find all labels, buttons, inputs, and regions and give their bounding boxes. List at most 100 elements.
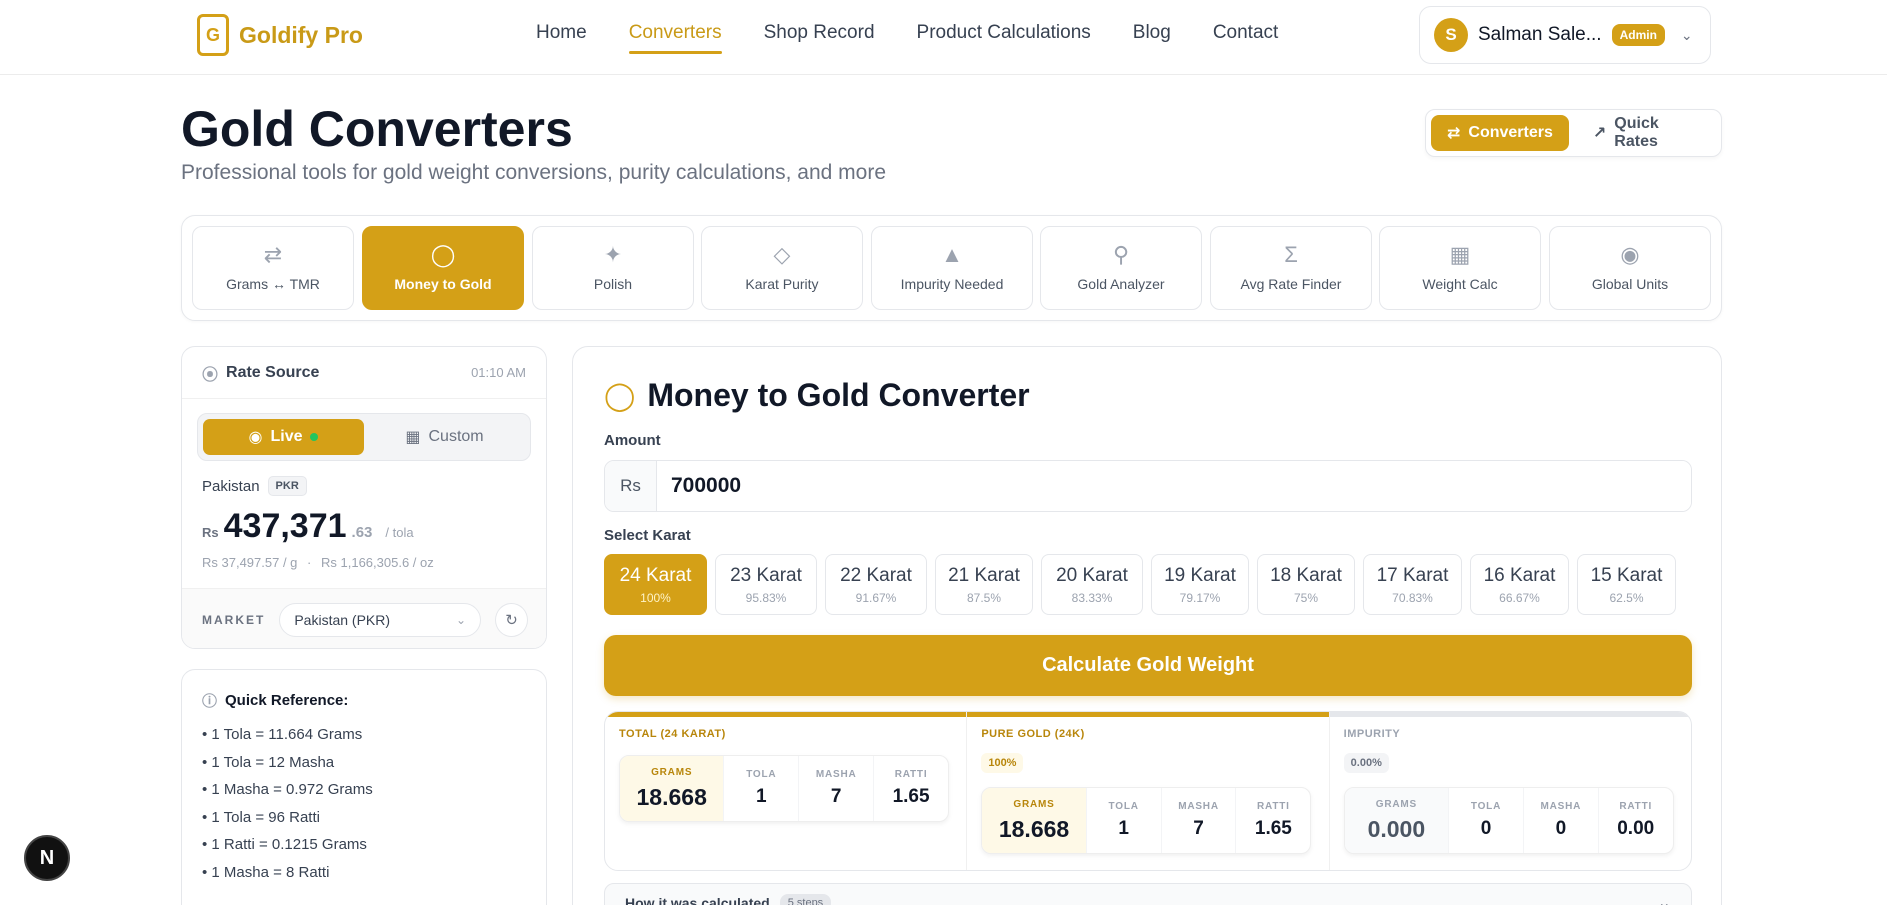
tab-global-units[interactable]: ◉ Global Units xyxy=(1549,226,1711,310)
tab-avg-rate-finder[interactable]: Σ Avg Rate Finder xyxy=(1210,226,1372,310)
quick-reference-list: 1 Tola = 11.664 Grams 1 Tola = 12 Masha … xyxy=(202,721,526,886)
karat-option-24[interactable]: 24 Karat 100% xyxy=(604,554,707,615)
calculator-icon: ▦ xyxy=(1449,242,1471,267)
tab-label: Gold Analyzer xyxy=(1077,276,1165,292)
mode-switch: ⇄ Converters ↗ Quick Rates xyxy=(1425,109,1722,157)
tab-gold-analyzer[interactable]: ⚲ Gold Analyzer xyxy=(1040,226,1202,310)
tola-cell: TOLA 0 xyxy=(1449,788,1524,853)
live-label: Live xyxy=(270,428,303,445)
karat-option-purity: 75% xyxy=(1293,590,1319,605)
how-calculated-toggle[interactable]: How it was calculated 5 steps ⌄ xyxy=(604,883,1692,905)
karat-option-16[interactable]: 16 Karat 66.67% xyxy=(1470,554,1569,615)
calculate-button[interactable]: Calculate Gold Weight xyxy=(604,635,1692,696)
result-accent-bar xyxy=(605,712,967,717)
search-icon: ⚲ xyxy=(1112,242,1130,267)
karat-option-purity: 95.83% xyxy=(745,590,787,605)
nav-blog[interactable]: Blog xyxy=(1133,22,1171,54)
brand-logo[interactable]: G Goldify Pro xyxy=(197,14,363,56)
ratti-cell: RATTI 0.00 xyxy=(1599,788,1673,853)
karat-option-23[interactable]: 23 Karat 95.83% xyxy=(715,554,817,615)
karat-option-21[interactable]: 21 Karat 87.5% xyxy=(935,554,1033,615)
result-accent-bar xyxy=(967,712,1329,717)
karat-option-purity: 66.67% xyxy=(1499,590,1540,605)
tab-polish[interactable]: ✦ Polish xyxy=(532,226,694,310)
ratti-value: 1.65 xyxy=(1254,818,1292,839)
globe-icon: ◉ xyxy=(1620,242,1640,267)
quick-reference-title: ⓘ Quick Reference: xyxy=(202,690,526,711)
nav-home[interactable]: Home xyxy=(536,22,587,54)
rate-time: 01:10 AM xyxy=(471,365,526,380)
grams-value: 18.668 xyxy=(636,783,707,810)
price-per-oz: Rs 1,166,305.6 / oz xyxy=(321,555,434,570)
nav-contact[interactable]: Contact xyxy=(1213,22,1278,54)
result-values: GRAMS 0.000 TOLA 0 MASHA 0 RATTI 0.00 xyxy=(1343,787,1674,854)
page-subtitle: Professional tools for gold weight conve… xyxy=(181,161,887,184)
nav-shop-record[interactable]: Shop Record xyxy=(764,22,875,54)
result-title: TOTAL (24 KARAT) xyxy=(619,728,726,740)
karat-option-20[interactable]: 20 Karat 83.33% xyxy=(1041,554,1143,615)
role-badge: Admin xyxy=(1611,24,1665,46)
result-title: PURE GOLD (24K) xyxy=(981,728,1085,740)
amount-field: Rs xyxy=(604,460,1692,512)
tab-label: Weight Calc xyxy=(1422,276,1498,292)
karat-option-19[interactable]: 19 Karat 79.17% xyxy=(1151,554,1249,615)
coins-icon: ◯ xyxy=(430,242,456,267)
floating-dev-badge[interactable]: N xyxy=(24,835,70,881)
tab-grams-tmr[interactable]: ⇄ Grams ↔ TMR xyxy=(192,226,354,310)
masha-cell: MASHA 7 xyxy=(1162,788,1237,853)
tab-money-to-gold[interactable]: ◯ Money to Gold xyxy=(362,226,524,310)
amount-input[interactable] xyxy=(657,461,1691,511)
top-header: G Goldify Pro Home Converters Shop Recor… xyxy=(0,0,1887,75)
converters-mode-button[interactable]: ⇄ Converters xyxy=(1431,115,1569,151)
custom-rate-button[interactable]: ▦ Custom xyxy=(364,419,525,455)
price-currency: Rs xyxy=(202,525,219,540)
unit-header: GRAMS xyxy=(1375,798,1417,810)
tab-karat-purity[interactable]: ◇ Karat Purity xyxy=(701,226,863,310)
calculator-icon: ▦ xyxy=(405,429,421,446)
masha-value: 0 xyxy=(1555,818,1567,839)
nav-product-calculations[interactable]: Product Calculations xyxy=(917,22,1091,54)
tab-label: Polish xyxy=(593,276,633,292)
rate-source-header: ⦿ Rate Source 01:10 AM xyxy=(182,347,546,399)
live-status-dot xyxy=(310,433,319,441)
masha-cell: MASHA 7 xyxy=(799,756,875,821)
result-title: IMPURITY xyxy=(1343,728,1401,740)
avatar: S xyxy=(1434,18,1468,52)
karat-option-18[interactable]: 18 Karat 75% xyxy=(1257,554,1355,615)
karat-option-purity: 62.5% xyxy=(1609,590,1644,605)
amount-label: Amount xyxy=(604,432,661,449)
rate-source-toggle: ◉ Live ▦ Custom xyxy=(197,413,531,461)
quick-rates-mode-button[interactable]: ↗ Quick Rates xyxy=(1577,115,1716,151)
rate-source-title: ⦿ Rate Source xyxy=(202,361,319,385)
nav-converters[interactable]: Converters xyxy=(628,22,722,54)
grams-cell: GRAMS 18.668 xyxy=(982,788,1087,853)
unit-header: TOLA xyxy=(1470,801,1502,812)
market-select[interactable]: Pakistan (PKR) ⌄ xyxy=(279,602,482,637)
tab-impurity-needed[interactable]: ▲ Impurity Needed xyxy=(871,226,1033,310)
ratti-value: 0.00 xyxy=(1617,818,1655,839)
custom-label: Custom xyxy=(428,428,484,445)
tab-label: Impurity Needed xyxy=(900,276,1004,292)
currency-tag: PKR xyxy=(267,476,307,496)
result-total: TOTAL (24 KARAT) GRAMS 18.668 TOLA 1 MASHA… xyxy=(605,712,968,870)
unit-header: MASHA xyxy=(815,769,857,780)
masha-value: 7 xyxy=(830,786,842,807)
karat-option-label: 19 Karat xyxy=(1164,564,1236,586)
globe-icon: ◉ xyxy=(248,429,263,446)
live-rate-button[interactable]: ◉ Live xyxy=(203,419,364,455)
karat-option-purity: 91.67% xyxy=(855,590,897,605)
chevron-down-icon: ⌄ xyxy=(456,612,467,627)
karat-option-22[interactable]: 22 Karat 91.67% xyxy=(825,554,927,615)
user-menu[interactable]: S Salman Sale... Admin ⌄ xyxy=(1419,6,1711,64)
karat-option-label: 20 Karat xyxy=(1056,564,1128,586)
karat-option-15[interactable]: 15 Karat 62.5% xyxy=(1577,554,1676,615)
tab-weight-calc[interactable]: ▦ Weight Calc xyxy=(1379,226,1541,310)
how-calculated-label: How it was calculated xyxy=(625,895,770,905)
converter-card: ◯ Money to Gold Converter Amount Rs Sele… xyxy=(572,346,1722,905)
page-title: Gold Converters xyxy=(181,101,573,157)
chevron-down-icon: ⌄ xyxy=(1680,26,1693,43)
refresh-button[interactable]: ↻ xyxy=(495,602,528,637)
tola-value: 1 xyxy=(1118,818,1129,839)
ratti-value: 1.65 xyxy=(892,786,930,807)
karat-option-17[interactable]: 17 Karat 70.83% xyxy=(1363,554,1462,615)
